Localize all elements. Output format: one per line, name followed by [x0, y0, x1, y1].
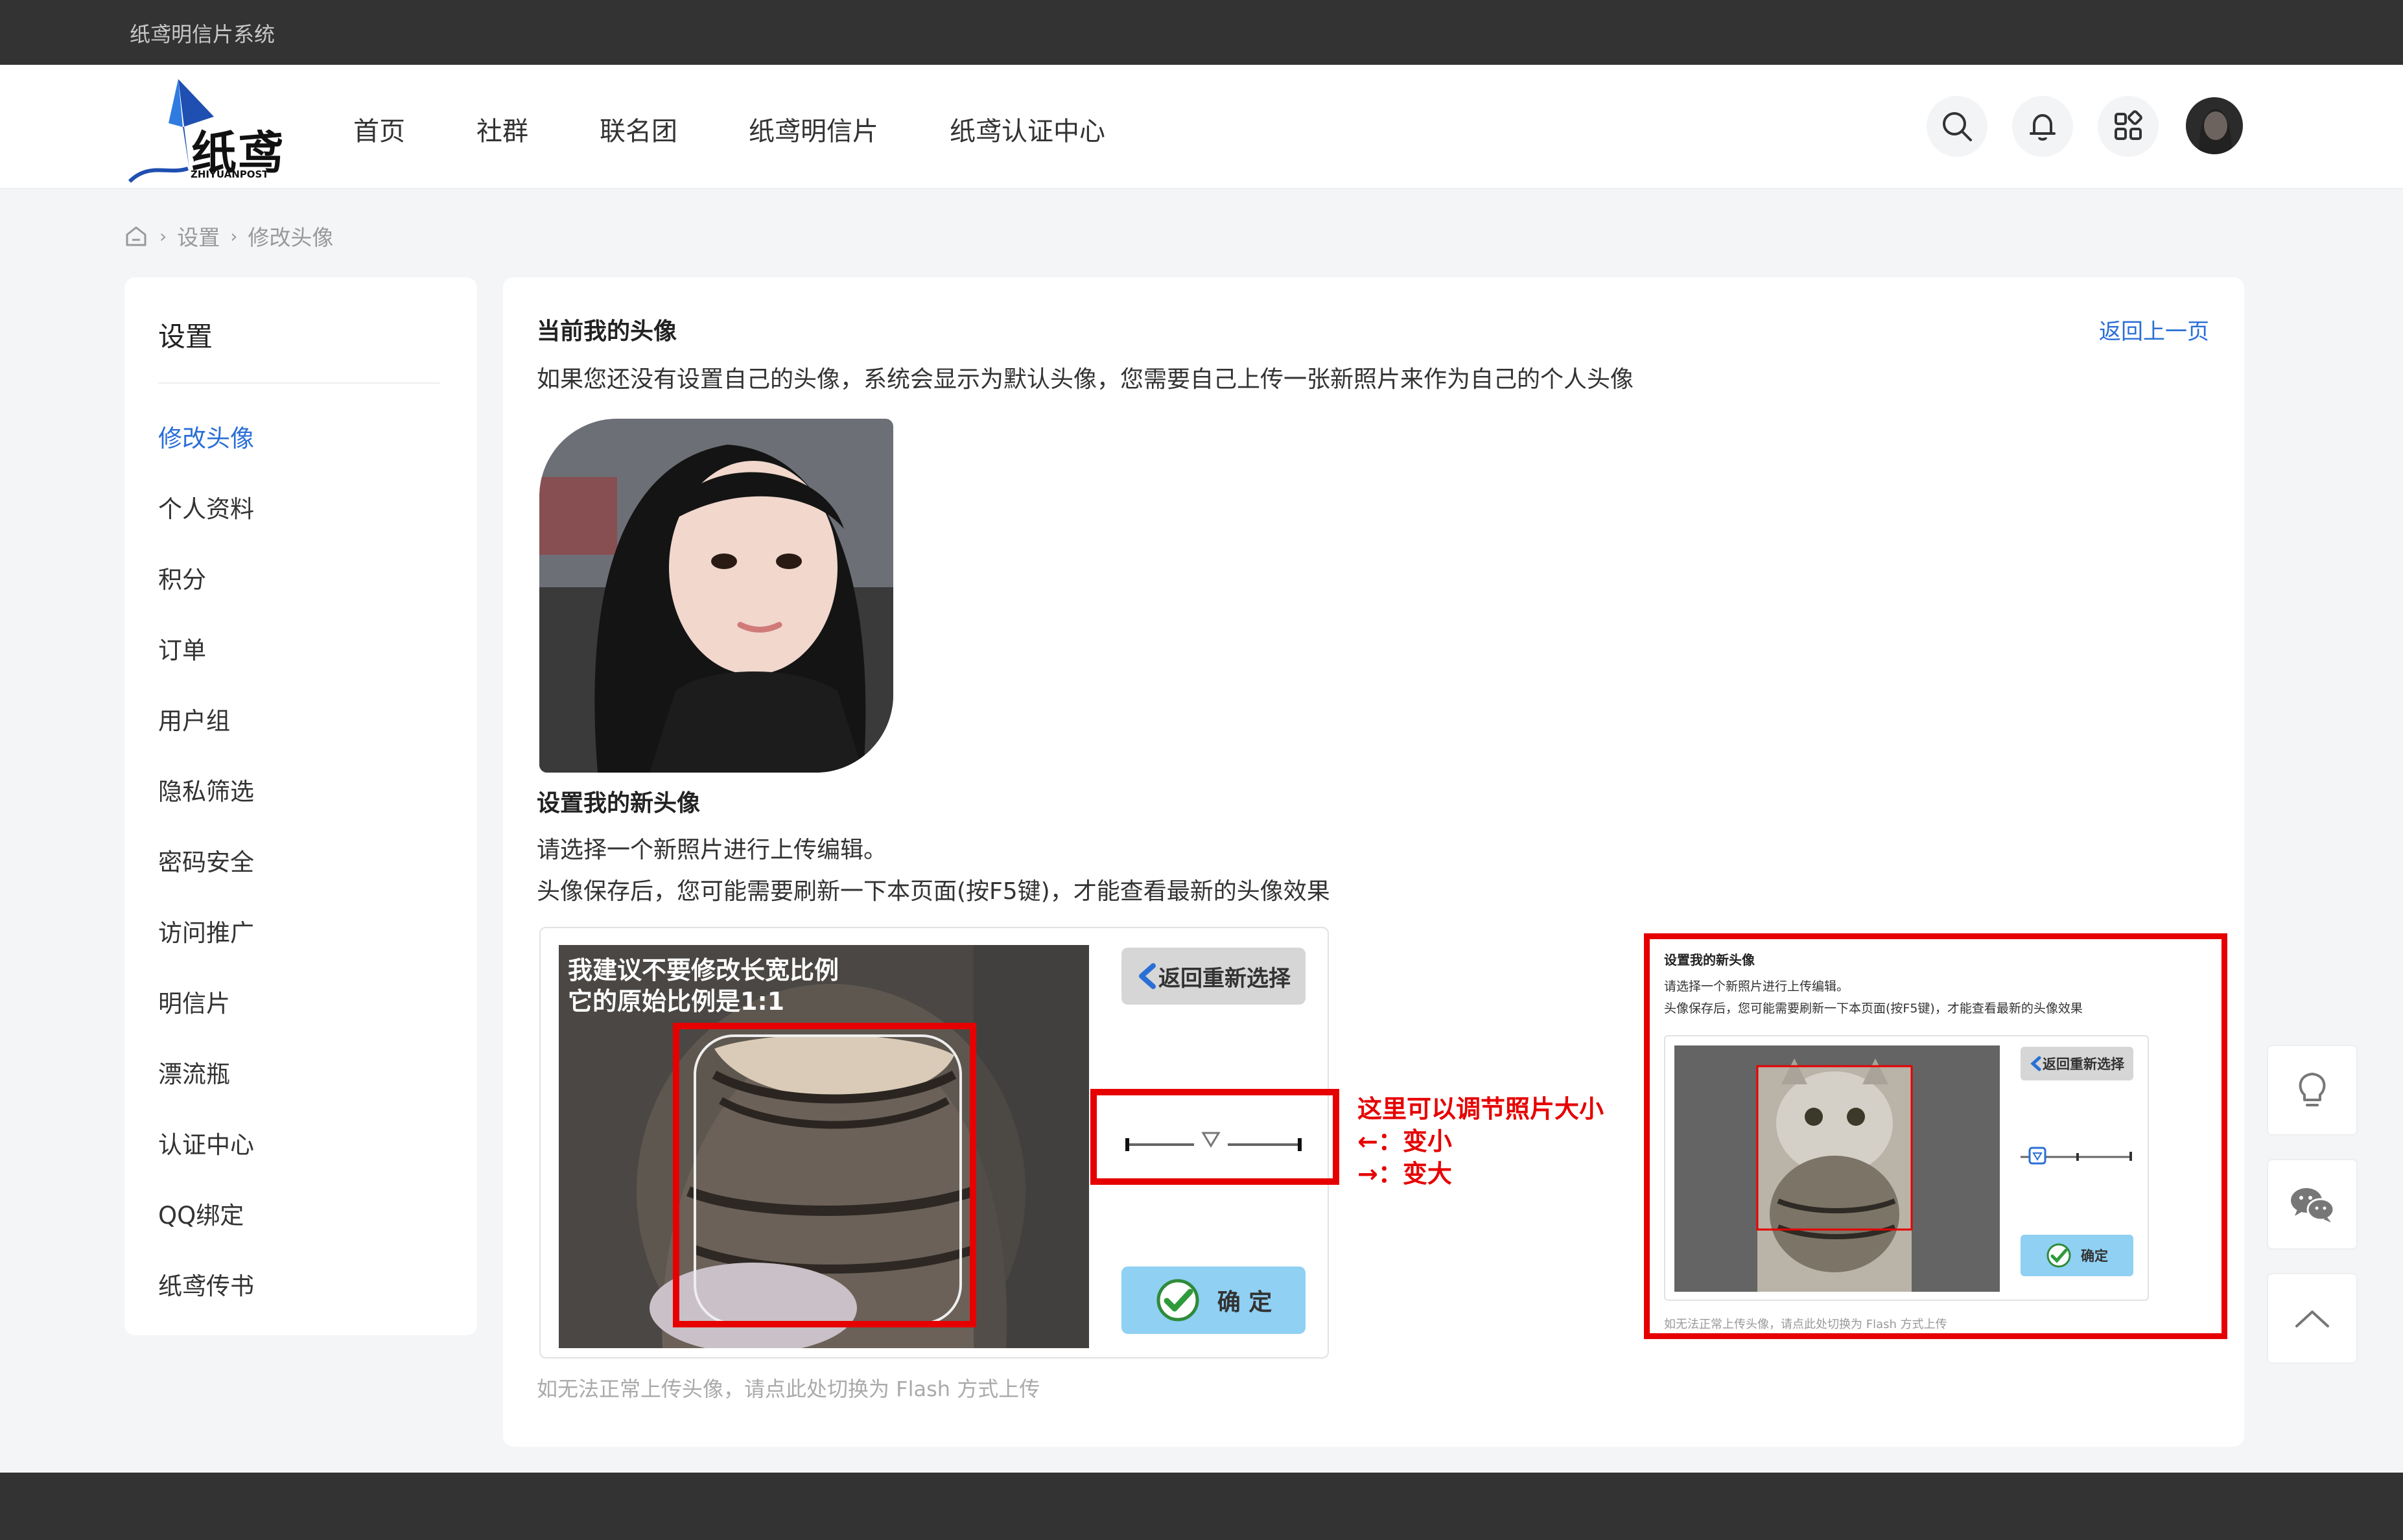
nav-item-postcard[interactable]: 纸鸢明信片: [749, 110, 878, 148]
photo-tip-2: 它的原始比例是1:1: [568, 987, 785, 1016]
tips-button[interactable]: [2267, 1045, 2358, 1136]
main-nav: 首页 社群 联名团 纸鸢明信片 纸鸢认证中心: [353, 110, 1177, 148]
preview-confirm-button: 确定: [2021, 1235, 2133, 1276]
new-avatar-title: 设置我的新头像: [537, 790, 701, 817]
chevron-left-icon: [2030, 1056, 2041, 1071]
new-avatar-desc-2: 头像保存后，您可能需要刷新一下本页面(按F5键)，才能查看最新的头像效果: [537, 878, 1330, 905]
slider-highlight-box: [1090, 1089, 1339, 1185]
back-to-top-icon: [2295, 1311, 2329, 1327]
preview-title: 设置我的新头像: [1664, 952, 1755, 968]
settings-sidebar: 设置 修改头像 个人资料 积分 订单 用户组 隐私筛选 密码安全 访问推广 明信…: [124, 277, 477, 1335]
current-avatar-desc: 如果您还没有设置自己的头像，系统会显示为默认头像，您需要自己上传一张新照片来作为…: [537, 366, 1634, 393]
sidebar-item-postcards[interactable]: 明信片: [158, 984, 230, 1019]
header: 纸鸢 ZHIYUANPOST 首页 社群 联名团 纸鸢明信片 纸鸢认证中心: [0, 65, 2403, 189]
sidebar-item-qq-binding[interactable]: QQ绑定: [158, 1196, 244, 1231]
preview-reselect-button: 返回重新选择: [2021, 1047, 2133, 1080]
main-panel: 当前我的头像 返回上一页 如果您还没有设置自己的头像，系统会显示为默认头像，您需…: [503, 277, 2244, 1447]
preview-desc-2: 头像保存后，您可能需要刷新一下本页面(按F5键)，才能查看最新的头像效果: [1664, 1001, 2083, 1016]
sidebar-item-profile[interactable]: 个人资料: [158, 489, 254, 524]
sidebar-item-promotion[interactable]: 访问推广: [158, 913, 254, 948]
system-name: 纸鸢明信片系统: [130, 22, 275, 47]
reselect-button[interactable]: 返回重新选择: [1121, 948, 1306, 1005]
top-bar: 纸鸢明信片系统: [0, 0, 2403, 65]
breadcrumb: › 设置 › 修改头像: [123, 220, 333, 251]
back-to-top-button[interactable]: [2267, 1273, 2358, 1364]
breadcrumb-separator: ›: [230, 225, 238, 247]
notification-button[interactable]: [2012, 96, 2073, 157]
bell-icon: [2030, 114, 2056, 141]
lightbulb-icon: [2299, 1073, 2326, 1106]
sidebar-item-avatar[interactable]: 修改头像: [158, 419, 254, 454]
search-icon: [1943, 112, 1972, 141]
preview-note: 如无法正常上传头像，请点此处切换为 Flash 方式上传: [1664, 1318, 1947, 1331]
chevron-left-icon: [1139, 963, 1156, 989]
uploaded-photo[interactable]: 我建议不要修改长宽比例 它的原始比例是1:1: [559, 945, 1089, 1348]
sidebar-item-password[interactable]: 密码安全: [158, 843, 254, 878]
check-icon: [2046, 1243, 2071, 1268]
check-icon: [1156, 1279, 1199, 1322]
logo-subtext: ZHIYUANPOST: [191, 169, 269, 180]
flash-upload-link[interactable]: 如无法正常上传头像，请点此处切换为 Flash 方式上传: [537, 1373, 1040, 1403]
sidebar-item-privacy[interactable]: 隐私筛选: [158, 772, 254, 807]
home-icon[interactable]: [123, 223, 149, 249]
sidebar-item-user-group[interactable]: 用户组: [158, 701, 230, 736]
breadcrumb-current: 修改头像: [248, 225, 334, 250]
nav-item-community[interactable]: 社群: [476, 110, 528, 148]
preview-desc-1: 请选择一个新照片进行上传编辑。: [1664, 979, 1849, 994]
annotation-line-3: →：变大: [1357, 1160, 1452, 1188]
nav-item-joint-group[interactable]: 联名团: [600, 110, 677, 148]
apps-icon: [2115, 110, 2142, 140]
sidebar-item-drift-bottle[interactable]: 漂流瓶: [158, 1055, 230, 1090]
wechat-button[interactable]: [2267, 1159, 2358, 1250]
back-link[interactable]: 返回上一页: [2099, 314, 2209, 345]
preview-slider: [2021, 1147, 2132, 1165]
new-avatar-desc-1: 请选择一个新照片进行上传编辑。: [537, 837, 887, 863]
wechat-icon: [2291, 1188, 2335, 1222]
user-avatar[interactable]: [2186, 97, 2243, 154]
confirm-button[interactable]: 确 定: [1121, 1266, 1306, 1334]
breadcrumb-settings[interactable]: 设置: [177, 220, 220, 251]
apps-button[interactable]: [2098, 96, 2159, 157]
example-preview: 设置我的新头像 请选择一个新照片进行上传编辑。 头像保存后，您可能需要刷新一下本…: [1644, 933, 2227, 1339]
annotation-line-2: ←：变小: [1357, 1127, 1452, 1156]
photo-tip-1: 我建议不要修改长宽比例: [568, 956, 839, 985]
nav-item-certification[interactable]: 纸鸢认证中心: [950, 110, 1105, 148]
search-button[interactable]: [1927, 96, 1987, 157]
current-avatar-title: 当前我的头像: [537, 318, 677, 345]
sidebar-item-orders[interactable]: 订单: [158, 631, 206, 666]
footer-bar: [0, 1473, 2403, 1540]
nav-item-home[interactable]: 首页: [353, 110, 405, 148]
preview-photo: [1674, 1045, 2000, 1292]
sidebar-title: 设置: [158, 321, 213, 353]
sidebar-item-points[interactable]: 积分: [158, 560, 206, 595]
crop-highlight-box: [673, 1023, 976, 1327]
preview-editor: 返回重新选择 确定: [1664, 1035, 2149, 1301]
breadcrumb-separator: ›: [159, 225, 167, 247]
sidebar-item-certification[interactable]: 认证中心: [158, 1125, 254, 1160]
sidebar-divider: [158, 382, 440, 384]
current-avatar-image: [539, 419, 893, 773]
sidebar-item-messaging[interactable]: 纸鸢传书: [158, 1266, 254, 1301]
annotation-line-1: 这里可以调节照片大小: [1357, 1095, 1604, 1123]
